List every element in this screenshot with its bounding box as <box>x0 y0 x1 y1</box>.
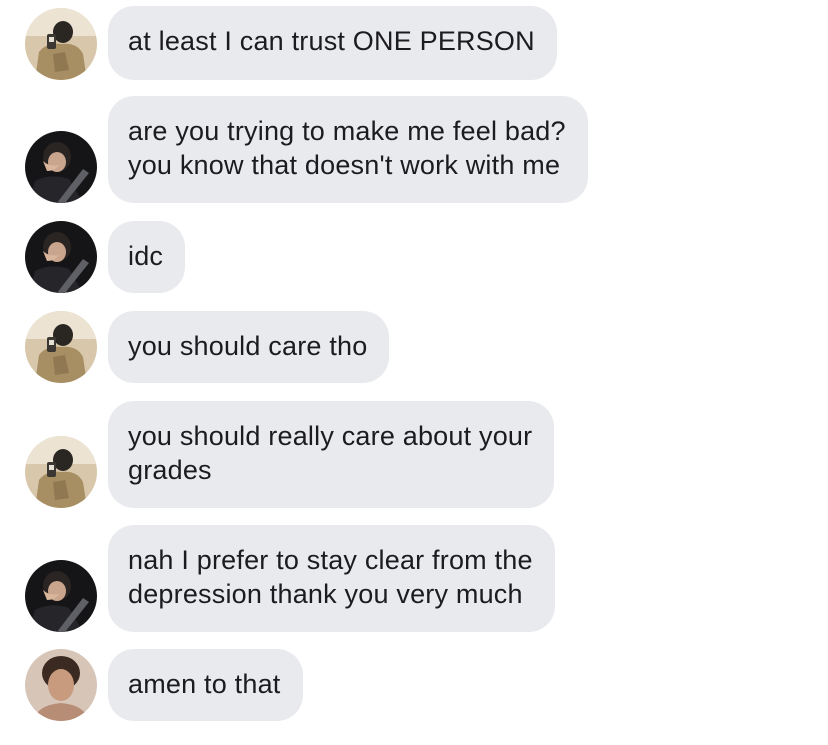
car-selfie-avatar[interactable] <box>25 131 97 203</box>
message-bubble[interactable]: idc <box>108 221 186 293</box>
mirror-selfie-avatar-image <box>25 436 97 508</box>
message-bubble[interactable]: nah I prefer to stay clear from the depr… <box>108 525 555 632</box>
mirror-selfie-avatar[interactable] <box>25 8 97 80</box>
message-bubble[interactable]: you should care tho <box>108 311 390 383</box>
car-selfie-avatar-image <box>25 560 97 632</box>
message-bubble[interactable]: are you trying to make me feel bad? you … <box>108 96 588 203</box>
mirror-selfie-avatar[interactable] <box>25 311 97 383</box>
car-selfie-avatar-image <box>25 221 97 293</box>
portrait-avatar-image <box>25 649 97 721</box>
message-bubble[interactable]: you should really care about your grades <box>108 401 555 508</box>
message-bubble[interactable]: amen to that <box>108 649 303 721</box>
mirror-selfie-avatar-image <box>25 311 97 383</box>
message-bubble[interactable]: at least I can trust ONE PERSON <box>108 6 557 80</box>
car-selfie-avatar[interactable] <box>25 560 97 632</box>
mirror-selfie-avatar-image <box>25 8 97 80</box>
mirror-selfie-avatar[interactable] <box>25 436 97 508</box>
car-selfie-avatar-image <box>25 131 97 203</box>
car-selfie-avatar[interactable] <box>25 221 97 293</box>
portrait-avatar[interactable] <box>25 649 97 721</box>
